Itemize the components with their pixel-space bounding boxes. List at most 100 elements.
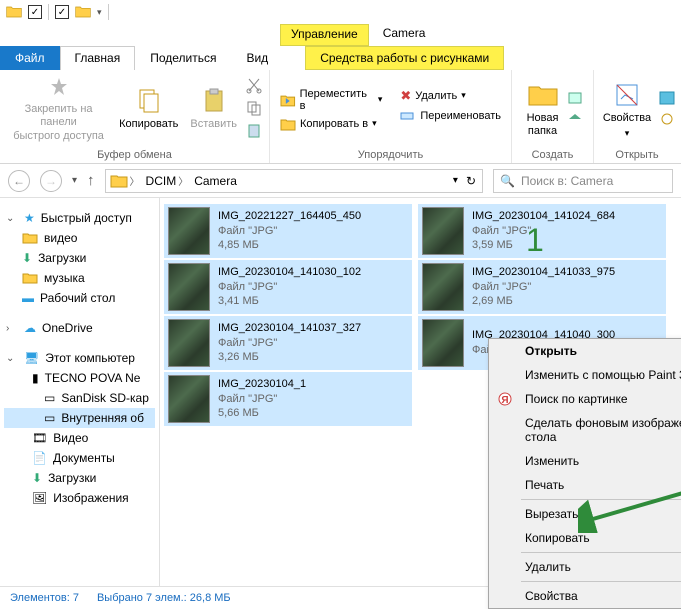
properties-button[interactable]: Свойства ▾ [599,77,655,143]
refresh-button[interactable]: ↻ [466,174,476,188]
file-name: IMG_20230104_141024_684 [472,209,615,224]
ctx-cut[interactable]: Вырезать [489,502,681,526]
new-item-icon[interactable] [567,91,583,108]
file-size: 5,66 МБ [218,406,306,421]
file-size: 2,69 МБ [472,294,615,309]
file-size: 3,41 МБ [218,294,361,309]
status-item-count: Элементов: 7 [10,592,79,604]
breadcrumb-dcim[interactable]: DCIM〉 [144,173,191,188]
clipboard-group-label: Буфер обмена [0,149,269,163]
svg-text:Я: Я [501,395,508,406]
desktop-icon: ▬ [22,291,34,305]
file-tile[interactable]: IMG_20221227_164405_450Файл "JPG"4,85 МБ [164,204,412,258]
context-menu: Открыть Изменить с помощью Paint 3D Я По… [488,338,681,609]
paste-shortcut-icon[interactable] [245,122,263,143]
nav-tecno[interactable]: ▮TECNO POVA Ne [4,368,155,388]
file-size: 3,59 МБ [472,238,615,253]
file-type: Файл "JPG" [218,392,306,407]
paste-button[interactable]: Вставить [186,83,241,135]
file-size: 4,85 МБ [218,238,361,253]
copy-label: Копировать [119,118,178,131]
file-tile[interactable]: IMG_20230104_141030_102Файл "JPG"3,41 МБ [164,260,412,314]
tab-home[interactable]: Главная [60,46,136,70]
ctx-open[interactable]: Открыть [489,339,681,363]
nav-video[interactable]: видео [4,228,155,248]
delete-button[interactable]: ✖ Удалить▾ [396,87,505,105]
file-name: IMG_20230104_141030_102 [218,265,361,280]
search-box[interactable]: 🔍 Поиск в: Camera [493,169,673,193]
breadcrumb-camera[interactable]: Camera [192,174,239,188]
nav-pane: ⌄★Быстрый доступ видео ⬇Загрузки музыка … [0,198,160,586]
qat-folder-icon[interactable] [75,4,91,21]
ctx-properties[interactable]: Свойства [489,584,681,608]
cut-icon[interactable] [245,76,263,97]
file-tile[interactable]: IMG_20230104_141024_684Файл "JPG"3,59 МБ [418,204,666,258]
ctx-wallpaper[interactable]: Сделать фоновым изображением рабочего ст… [489,411,681,449]
ctx-yandex-search[interactable]: Я Поиск по картинке [489,387,681,411]
tab-picture-tools[interactable]: Средства работы с рисунками [305,46,504,70]
download-icon: ⬇ [22,251,32,265]
ctx-paint3d[interactable]: Изменить с помощью Paint 3D [489,363,681,387]
app-icon [6,4,22,21]
nav-sandisk[interactable]: ▭SanDisk SD-кар [4,388,155,408]
file-name: IMG_20230104_141037_327 [218,321,361,336]
file-list[interactable]: 1 IMG_20221227_164405_450Файл "JPG"4,85 … [160,198,681,586]
ctx-copy[interactable]: Копировать [489,526,681,550]
copy-button[interactable]: Копировать [115,83,182,135]
nav-videos-lib[interactable]: 🎞Видео [4,428,155,448]
nav-documents[interactable]: 📄Документы [4,448,155,468]
search-icon: 🔍 [500,174,515,188]
sd-icon: ▭ [44,391,55,405]
file-tile[interactable]: IMG_20230104_141033_975Файл "JPG"2,69 МБ [418,260,666,314]
status-selected: Выбрано 7 элем.: 26,8 МБ [97,592,231,604]
nav-this-pc[interactable]: ⌄🖥Этот компьютер [4,348,155,368]
recent-dropdown[interactable]: ▾ [72,175,77,186]
back-button[interactable]: ← [8,170,30,192]
tab-view[interactable]: Вид [231,46,283,70]
address-dropdown[interactable]: ▾ [453,175,458,186]
qat-dropdown[interactable]: ▾ [97,7,102,18]
create-group-label: Создать [512,149,593,163]
forward-button[interactable]: → [40,170,62,192]
ctx-print[interactable]: Печать [489,473,681,497]
file-thumbnail [168,375,210,423]
open-group-label: Открыть [594,149,680,163]
qat-checkbox-1[interactable]: ✓ [28,5,42,19]
tab-share[interactable]: Поделиться [135,46,231,70]
move-to-button[interactable]: Переместить в▾ [276,87,386,113]
file-size: 3,26 МБ [218,350,361,365]
file-thumbnail [422,263,464,311]
nav-downloads[interactable]: ⬇Загрузки [4,248,155,268]
nav-pictures[interactable]: 🖼Изображения [4,488,155,508]
ctx-delete[interactable]: Удалить [489,555,681,579]
file-name: IMG_20230104_1 [218,377,306,392]
nav-quick-access[interactable]: ⌄★Быстрый доступ [4,208,155,228]
up-button[interactable]: ↑ [87,172,95,189]
move-to-label: Переместить в [300,88,374,112]
qat-checkbox-2[interactable]: ✓ [55,5,69,19]
copy-to-button[interactable]: Копировать в▾ [276,115,386,133]
easy-access-icon[interactable] [567,112,583,129]
history-icon[interactable] [659,112,675,129]
copy-path-icon[interactable] [245,99,263,120]
open-icon[interactable] [659,91,675,108]
star-icon: ★ [24,211,35,225]
tab-file[interactable]: Файл [0,46,60,70]
cloud-icon: ☁ [24,321,36,335]
file-tile[interactable]: IMG_20230104_1Файл "JPG"5,66 МБ [164,372,412,426]
pin-to-quick-access-button[interactable]: Закрепить на панели быстрого доступа [6,72,111,147]
file-tile[interactable]: IMG_20230104_141037_327Файл "JPG"3,26 МБ [164,316,412,370]
nav-downloads-lib[interactable]: ⬇Загрузки [4,468,155,488]
nav-desktop[interactable]: ▬Рабочий стол [4,288,155,308]
nav-onedrive[interactable]: ›☁OneDrive [4,318,155,338]
rename-button[interactable]: Переименовать [396,107,505,125]
breadcrumb-root-icon[interactable]: 〉 [108,173,142,189]
new-folder-button[interactable]: Новая папка [523,77,563,142]
organize-group-label: Упорядочить [270,149,511,163]
nav-music[interactable]: музыка [4,268,155,288]
breadcrumb-bar[interactable]: 〉 DCIM〉 Camera ▾ ↻ [105,169,483,193]
nav-internal[interactable]: ▭Внутренняя об [4,408,155,428]
ctx-edit[interactable]: Изменить [489,449,681,473]
delete-icon: ✖ [400,88,411,104]
quick-access-toolbar: ✓ ✓ ▾ [0,0,681,24]
